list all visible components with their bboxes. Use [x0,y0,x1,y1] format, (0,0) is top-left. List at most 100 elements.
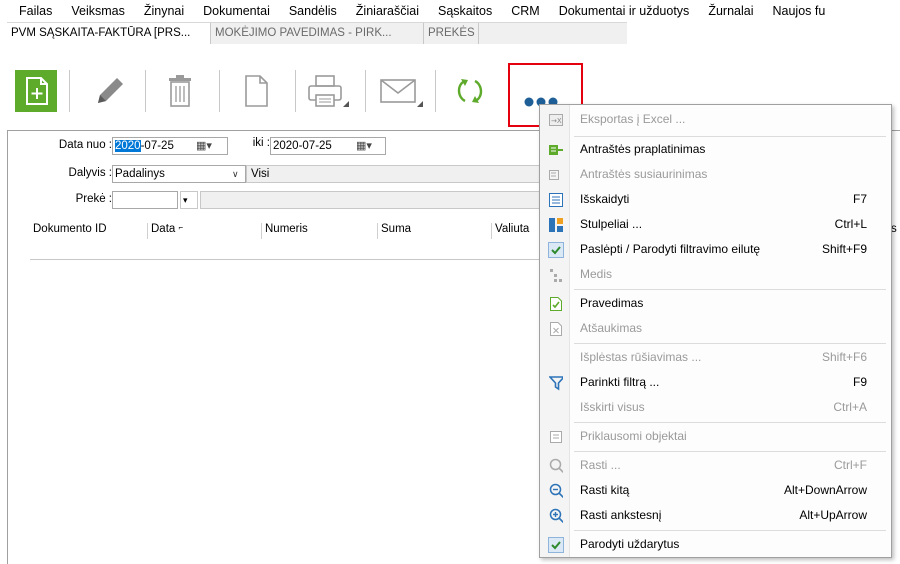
menu-item-label: Rasti ankstesnį [580,508,662,522]
menu-item-label: Stulpeliai ... [580,217,643,231]
tree-icon [549,268,563,282]
edit-button[interactable] [85,68,131,114]
menu-item-find-next[interactable]: Rasti kitą Alt+DownArrow [540,478,891,504]
menu-item-select-all[interactable]: Išskirti visus Ctrl+A [540,395,891,421]
menu-item-shortcut: Ctrl+A [833,400,867,414]
menu-item-tree[interactable]: Medis [540,262,891,288]
copy-button[interactable] [233,68,279,114]
menu-item-label: Antraštės susiaurinimas [580,167,708,181]
search-icon [549,458,563,474]
menu-item-choose-filter[interactable]: Parinkti filtrą ... F9 [540,370,891,396]
menu-item-label: Parinkti filtrą ... [580,375,660,389]
menu-item-show-closed[interactable]: Parodyti uždarytus [540,532,891,558]
chevron-down-icon: ▾ [183,195,188,205]
toolbar-separator [219,70,220,112]
menu-item-shortcut: Shift+F6 [821,350,867,364]
expand-header-icon [549,143,563,157]
document-tabs: PVM SĄSKAITA-FAKTŪRA [PRS... MOKĖJIMO PA… [7,22,627,44]
menu-item-label: Priklausomi objektai [580,429,687,443]
menu-item-export-excel[interactable]: →X Eksportas į Excel ... [540,107,891,133]
dimension-select[interactable]: Padalinys [112,165,246,183]
product-dropdown[interactable]: ▾ [180,191,198,209]
menu-item-post[interactable]: Pravedimas [540,291,891,317]
chevron-down-icon[interactable]: ∨ [232,169,239,180]
menu-item-find[interactable]: Rasti ... Ctrl+F [540,453,891,479]
menu-saskaitos[interactable]: Sąskaitos [430,4,492,18]
menu-item-label: Išplėstas rūšiavimas ... [580,350,702,364]
menu-item-label: Rasti ... [580,458,621,472]
menu-naujos-funkcijos[interactable]: Naujos fu [764,4,825,18]
menu-item-cancel[interactable]: Atšaukimas [540,316,891,342]
column-header-date-text: Data [151,223,176,235]
menu-item-label: Išskaidyti [580,192,630,206]
menu-item-find-previous[interactable]: Rasti ankstesnį Alt+UpArrow [540,503,891,529]
menu-separator [574,422,886,423]
menu-item-label: Paslėpti / Parodyti filtravimo eilutę [580,242,761,256]
delete-trash-icon [158,69,202,113]
menu-item-columns[interactable]: Stulpeliai ... Ctrl+L [540,212,891,238]
toolbar-separator [295,70,296,112]
menu-ziniarasciai[interactable]: Žiniaraščiai [348,4,419,18]
menu-item-shortcut: Ctrl+F [834,458,867,472]
product-label: Prekė : [75,193,112,205]
calendar-icon[interactable]: ▦▾ [196,139,212,152]
new-document-button[interactable] [13,68,59,114]
collapse-header-icon [549,168,563,182]
tab-pvm-saskaita-faktura[interactable]: PVM SĄSKAITA-FAKTŪRA [PRS... [7,23,211,44]
menu-dokumentai-ir-uzduotys[interactable]: Dokumentai ir užduotys [551,4,690,18]
delete-button[interactable] [157,68,203,114]
column-header-date[interactable]: Data ⌐ [148,223,262,239]
menu-item-shortcut: Alt+UpArrow [799,508,867,522]
menu-bar: Failas Veiksmas Žinynai Dokumentai Sandė… [0,0,900,22]
split-icon [549,193,563,207]
new-document-icon [14,69,58,113]
menu-zurnalai[interactable]: Žurnalai [700,4,753,18]
menu-item-extended-sort[interactable]: Išplėstas rūšiavimas ... Shift+F6 [540,345,891,371]
find-next-icon [549,483,563,499]
toolbar-separator [365,70,366,112]
menu-item-label: Medis [580,267,613,281]
menu-item-dependent-objects[interactable]: Priklausomi objektai [540,424,891,450]
column-header-currency[interactable]: Valiuta [492,223,544,239]
menu-item-label: Parodyti uždarytus [580,537,680,551]
product-value-field[interactable] [200,191,544,209]
menu-item-label: Pravedimas [580,296,644,310]
email-button[interactable] [379,68,425,114]
column-header-number[interactable]: Numeris [262,223,378,239]
tab-prekes[interactable]: PREKĖS [424,23,479,44]
column-header-document-id[interactable]: Dokumento ID [30,223,148,239]
date-from-label: Data nuo : [58,139,112,151]
tab-mokejimo-pavedimas[interactable]: MOKĖJIMO PAVEDIMAS - PIRK... [211,23,424,44]
menu-item-label: Antraštės praplatinimas [580,142,706,156]
menu-veiksmas[interactable]: Veiksmas [63,4,125,18]
email-icon [377,69,427,113]
menu-zinynai[interactable]: Žinynai [136,4,184,18]
menu-separator [574,289,886,290]
menu-item-label: Išskirti visus [580,400,645,414]
column-header-amount[interactable]: Suma [378,223,492,239]
refresh-button[interactable] [447,68,493,114]
calendar-icon[interactable]: ▦▾ [356,139,372,152]
checkmark-icon [548,537,564,553]
menu-failas[interactable]: Failas [0,4,52,18]
menu-item-shortcut: Alt+DownArrow [783,483,867,497]
menu-crm[interactable]: CRM [503,4,539,18]
dependent-objects-icon [549,430,563,444]
menu-item-collapse-header[interactable]: Antraštės susiaurinimas [540,162,891,188]
dimension-value-field[interactable]: Visi [246,165,544,183]
product-field[interactable] [112,191,178,209]
context-menu: →X Eksportas į Excel ... Antraštės prapl… [539,104,892,558]
print-button[interactable] [303,68,349,114]
date-from-year: 2020 [115,140,141,152]
menu-separator [574,530,886,531]
find-previous-icon [549,508,563,524]
export-excel-icon: →X [549,113,563,127]
menu-dokumentai[interactable]: Dokumentai [195,4,270,18]
menu-item-shortcut: F9 [852,375,867,389]
menu-item-shortcut: Ctrl+L [834,217,867,231]
menu-item-split[interactable]: Išskaidyti F7 [540,187,891,213]
post-document-icon [549,297,563,311]
menu-sandelis[interactable]: Sandėlis [281,4,337,18]
menu-item-toggle-filter-row[interactable]: Paslėpti / Parodyti filtravimo eilutę Sh… [540,237,891,263]
menu-item-expand-header[interactable]: Antraštės praplatinimas [540,137,891,163]
